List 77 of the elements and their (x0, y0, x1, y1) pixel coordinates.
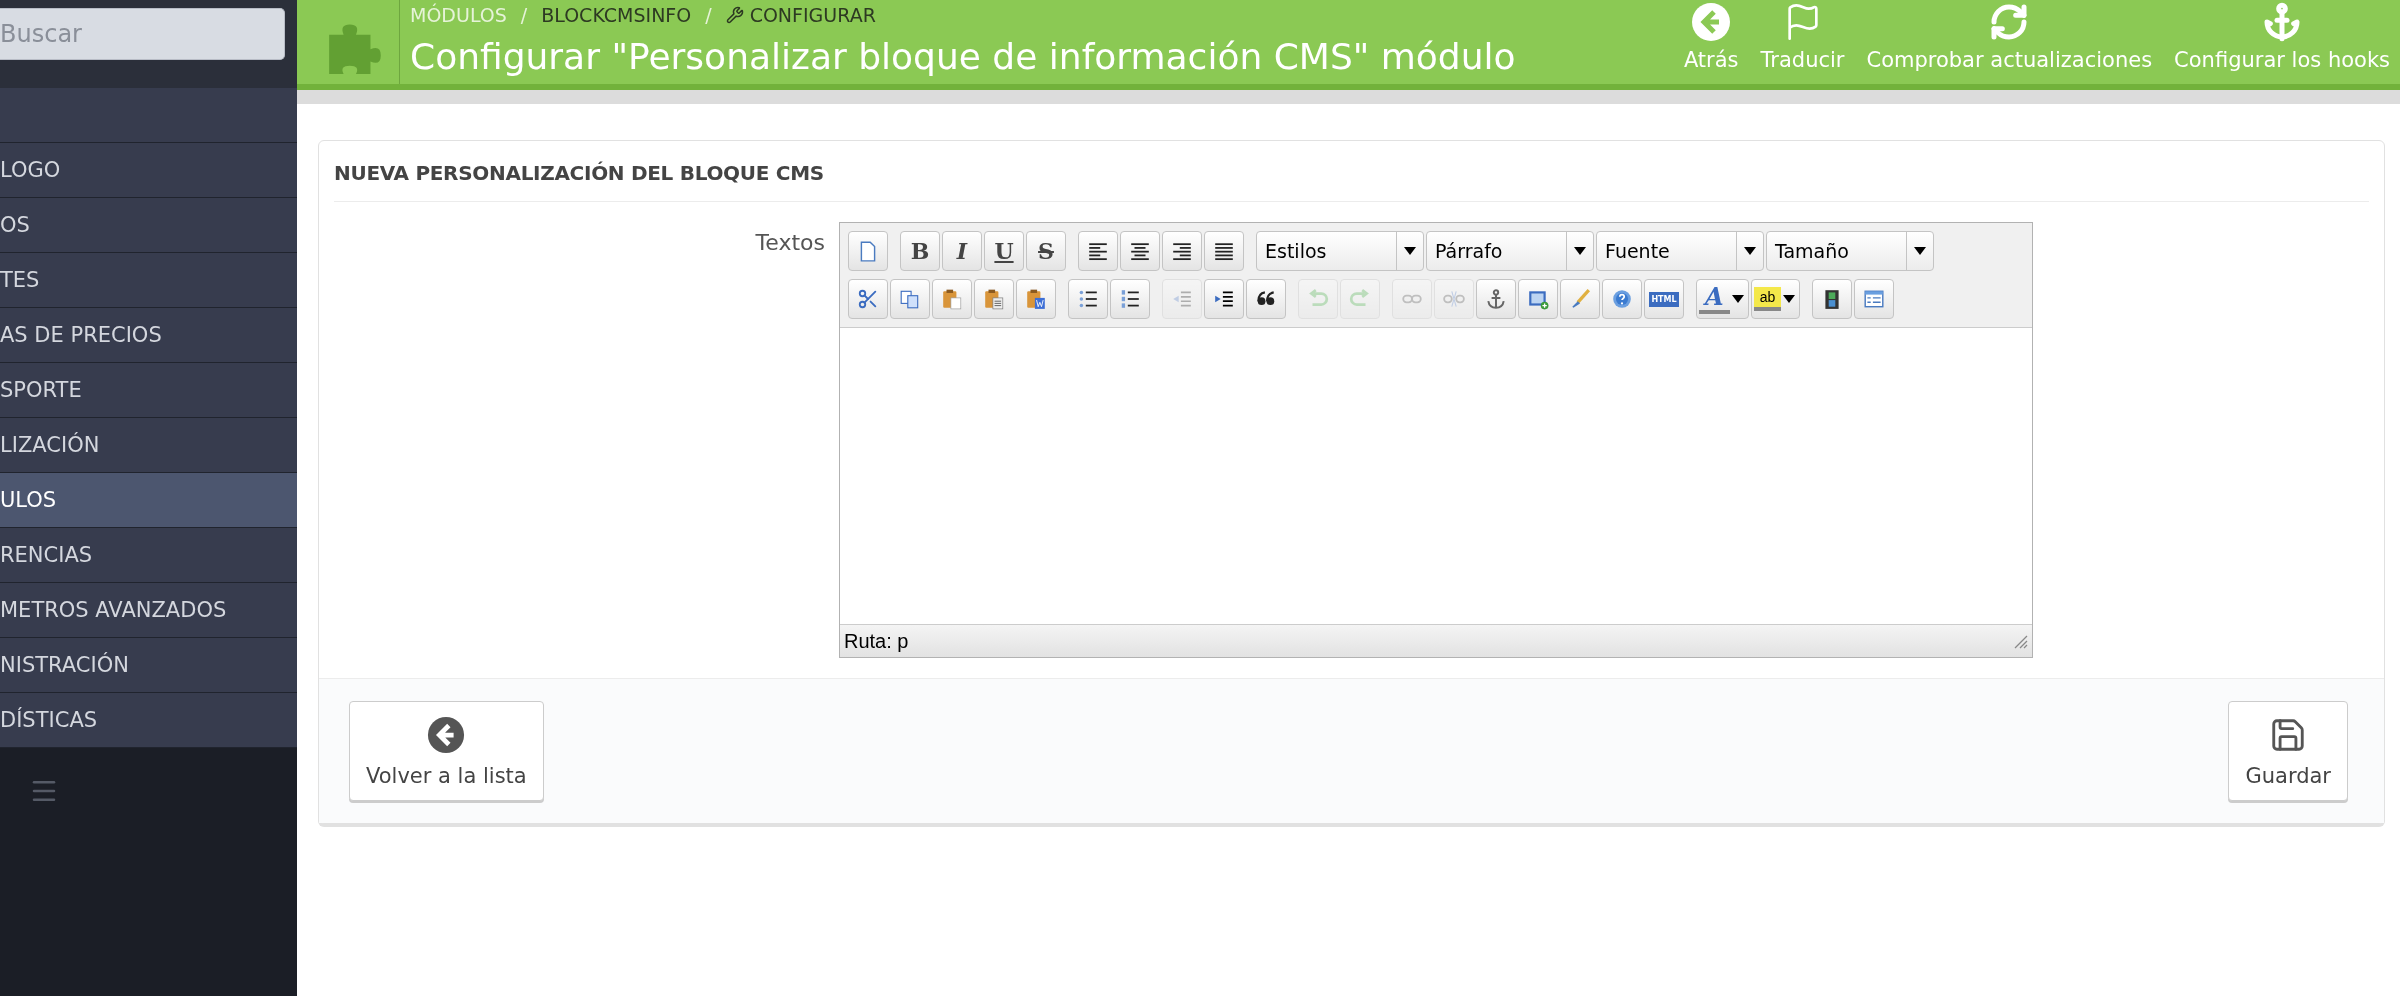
new-document-button[interactable] (848, 231, 888, 271)
bulleted-list-icon (1077, 288, 1099, 310)
unlink-icon (1443, 288, 1465, 310)
breadcrumb-separator: / (520, 4, 528, 26)
sidebar-item[interactable]: OS (0, 198, 297, 253)
numbered-list-icon (1119, 288, 1141, 310)
template-button[interactable] (1854, 279, 1895, 319)
back-button[interactable]: Volver a la lista (349, 701, 544, 801)
sidebar-item[interactable]: TES (0, 253, 297, 308)
page-title: Configurar "Personalizar bloque de información CMS" módulo (410, 36, 1517, 77)
caret-icon (1404, 247, 1416, 255)
image-button[interactable] (1518, 279, 1558, 319)
justify-icon (1213, 240, 1235, 262)
bold-button[interactable]: B (900, 231, 940, 271)
underline-button[interactable]: U (984, 231, 1024, 271)
align-center-button[interactable] (1120, 231, 1160, 271)
scissors-icon (857, 288, 879, 310)
copy-icon (899, 288, 921, 310)
format-select[interactable]: Fuente (1596, 231, 1764, 271)
paste-word-icon (1025, 288, 1047, 310)
sidebar-item[interactable]: LOGO (0, 143, 297, 198)
sidebar-item[interactable]: LIZACIÓN (0, 418, 297, 473)
align-center-icon (1129, 240, 1151, 262)
sidebar-item[interactable]: NISTRACIÓN (0, 638, 297, 693)
paste-button[interactable] (932, 279, 972, 319)
sidebar-item[interactable]: RENCIAS (0, 528, 297, 583)
panel-heading: NUEVA PERSONALIZACIÓN DEL BLOQUE CMS (334, 141, 2369, 202)
format-select[interactable]: Tamaño (1766, 231, 1934, 271)
align-left-icon (1087, 240, 1109, 262)
brush-icon (1569, 288, 1591, 310)
format-select[interactable]: Estilos (1256, 231, 1424, 271)
highlight-button[interactable]: ab (1750, 279, 1801, 319)
sidebar-item[interactable]: DÍSTICAS (0, 693, 297, 748)
bulleted-list-button[interactable] (1068, 279, 1108, 319)
search-field[interactable]: Buscar (0, 8, 285, 60)
italic-button[interactable]: I (942, 231, 982, 271)
sidebar-item[interactable]: METROS AVANZADOS (0, 583, 297, 638)
paste-icon (941, 288, 963, 310)
help-button[interactable] (1602, 279, 1642, 319)
numbered-list-button[interactable] (1110, 279, 1150, 319)
align-right-icon (1171, 240, 1193, 262)
justify-button[interactable] (1204, 231, 1244, 271)
quote-button[interactable] (1246, 279, 1286, 319)
paste-text-icon (983, 288, 1005, 310)
strikethrough-button[interactable]: S (1026, 231, 1066, 271)
sidebar-item[interactable]: AS DE PRECIOS (0, 308, 297, 363)
resize-handle-icon[interactable] (2012, 633, 2028, 649)
sidebar-item[interactable]: ULOS (0, 473, 297, 528)
help-icon (1611, 288, 1633, 310)
align-right-button[interactable] (1162, 231, 1202, 271)
caret-icon (1744, 247, 1756, 255)
breadcrumb-link[interactable]: BLOCKCMSINFO (541, 4, 692, 26)
align-left-button[interactable] (1078, 231, 1118, 271)
film-button[interactable] (1812, 279, 1853, 319)
caret-icon (1731, 295, 1744, 303)
field-label: Textos (754, 229, 826, 257)
sidebar-item[interactable]: SPORTE (0, 363, 297, 418)
refresh-icon (1989, 2, 2030, 42)
paste-text-button[interactable] (974, 279, 1014, 319)
paste-word-button[interactable] (1016, 279, 1056, 319)
breadcrumb-separator: / (705, 4, 712, 26)
image-icon (1527, 288, 1549, 310)
save-button[interactable]: Guardar (2228, 701, 2348, 801)
cut-button[interactable] (848, 279, 888, 319)
indent-button[interactable] (1204, 279, 1244, 319)
wrench-icon (725, 6, 744, 24)
html-button[interactable]: HTML (1644, 279, 1684, 319)
caret-icon (1574, 247, 1586, 255)
template-icon (1863, 288, 1886, 310)
caret-icon (1783, 295, 1796, 303)
caret-icon (1914, 247, 1926, 255)
format-select[interactable]: Párrafo (1426, 231, 1594, 271)
anchor-button[interactable] (1476, 279, 1516, 319)
anchor-icon (1485, 288, 1507, 310)
element-path: Ruta: p (844, 629, 909, 653)
font-color-button[interactable]: A (1696, 279, 1749, 319)
copy-button[interactable] (890, 279, 930, 319)
